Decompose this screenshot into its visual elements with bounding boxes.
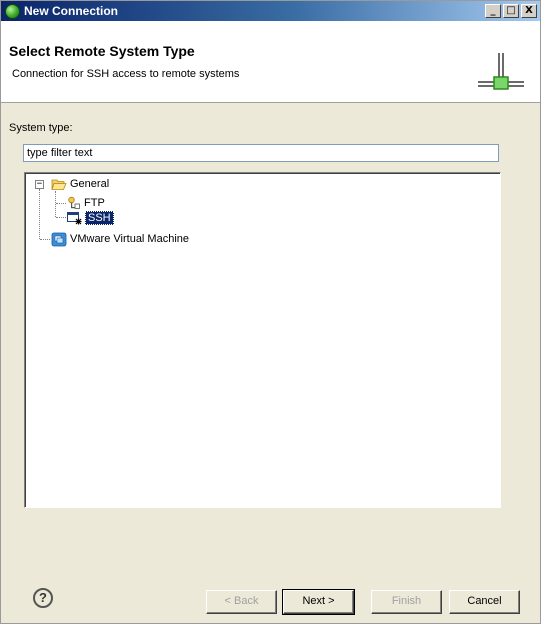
minimize-button[interactable]: _: [485, 4, 501, 18]
close-button[interactable]: X: [521, 4, 537, 18]
title-bar[interactable]: New Connection _ □ X: [1, 1, 540, 21]
system-type-label: System type:: [9, 122, 73, 134]
tree-item-label: SSH: [85, 211, 114, 225]
tree-connector: [56, 217, 66, 218]
tree-item-label: General: [70, 178, 110, 190]
next-button[interactable]: Next >: [282, 589, 355, 615]
tree-item-ftp[interactable]: FTP: [67, 196, 105, 210]
wizard-banner: Select Remote System Type Connection for…: [1, 21, 540, 103]
back-button[interactable]: < Back: [206, 590, 277, 614]
collapse-toggle[interactable]: −: [35, 180, 44, 189]
vmware-vm-icon: [51, 232, 67, 246]
tree-item-ssh[interactable]: SSH: [67, 211, 114, 225]
page-description: Connection for SSH access to remote syst…: [12, 68, 240, 80]
system-type-tree[interactable]: − General FTP SSH VMware Virtual Machine: [24, 172, 501, 508]
network-connection-icon: [478, 53, 524, 90]
window-title: New Connection: [24, 4, 119, 18]
tree-connector: [39, 189, 40, 239]
tree-item-label: VMware Virtual Machine: [70, 233, 190, 245]
maximize-button[interactable]: □: [503, 4, 519, 18]
cancel-button[interactable]: Cancel: [449, 590, 520, 614]
filter-input[interactable]: [23, 144, 499, 162]
new-connection-window: New Connection _ □ X Select Remote Syste…: [0, 0, 541, 624]
folder-open-icon: [51, 179, 67, 190]
ssh-terminal-icon: [67, 212, 82, 225]
tree-connector: [55, 191, 56, 217]
eclipse-app-icon: [5, 3, 20, 19]
tree-connector: [40, 239, 50, 240]
tree-item-vmware-virtual-machine[interactable]: VMware Virtual Machine: [51, 232, 189, 246]
help-icon[interactable]: ?: [33, 588, 53, 608]
finish-button[interactable]: Finish: [371, 590, 442, 614]
tree-item-label: FTP: [84, 197, 105, 209]
tree-item-general[interactable]: General: [51, 177, 109, 191]
page-title: Select Remote System Type: [9, 43, 195, 59]
ftp-icon: [68, 196, 80, 209]
window-controls: _ □ X: [485, 4, 537, 18]
tree-connector: [56, 203, 66, 204]
